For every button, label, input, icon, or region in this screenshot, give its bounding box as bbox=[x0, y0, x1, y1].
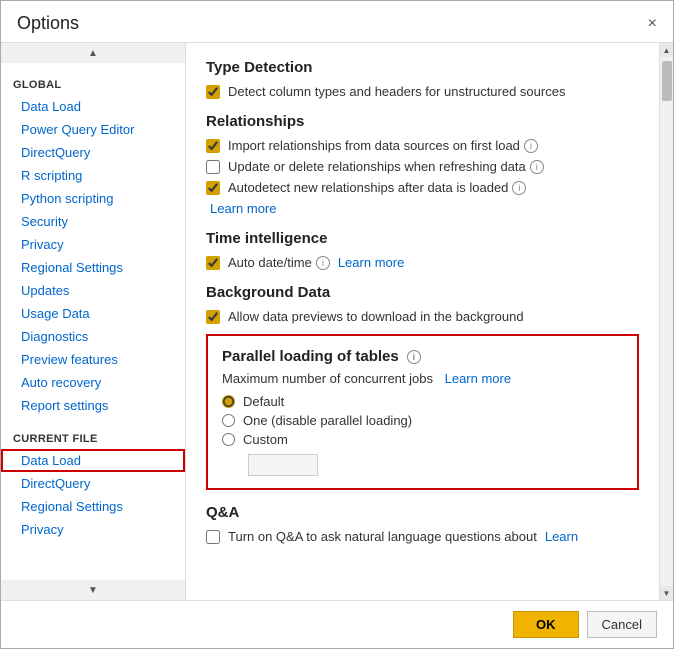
radio-one[interactable] bbox=[222, 414, 235, 427]
detect-column-types-label: Detect column types and headers for unst… bbox=[228, 84, 565, 99]
import-relationships-checkbox[interactable] bbox=[206, 139, 220, 153]
sidebar-scroll-up-button[interactable]: ▲ bbox=[1, 43, 185, 63]
qa-label: Turn on Q&A to ask natural language ques… bbox=[228, 529, 537, 544]
options-dialog: Options × ▲ GLOBAL Data Load Power Query… bbox=[0, 0, 674, 649]
scrollbar-thumb[interactable] bbox=[662, 61, 672, 101]
dialog-footer: OK Cancel bbox=[1, 600, 673, 648]
qa-checkbox-row: Turn on Q&A to ask natural language ques… bbox=[206, 529, 639, 544]
sidebar-item-python-scripting[interactable]: Python scripting bbox=[1, 187, 185, 210]
relationships-title: Relationships bbox=[206, 113, 639, 130]
cancel-button[interactable]: Cancel bbox=[587, 611, 657, 638]
parallel-loading-subtitle: Maximum number of concurrent jobs Learn … bbox=[222, 371, 623, 386]
update-relationships-row: Update or delete relationships when refr… bbox=[206, 159, 639, 174]
import-relationships-info-icon: i bbox=[524, 139, 538, 153]
update-relationships-info-icon: i bbox=[530, 160, 544, 174]
sidebar-item-diagnostics[interactable]: Diagnostics bbox=[1, 325, 185, 348]
main-scrollbar: ▲ ▼ bbox=[659, 43, 673, 600]
ok-button[interactable]: OK bbox=[513, 611, 579, 638]
current-file-section-label: CURRENT FILE bbox=[1, 425, 185, 449]
scrollbar-down-button[interactable]: ▼ bbox=[660, 586, 673, 600]
sidebar-item-updates[interactable]: Updates bbox=[1, 279, 185, 302]
sidebar-item-directquery-current[interactable]: DirectQuery bbox=[1, 472, 185, 495]
autodetect-relationships-info-icon: i bbox=[512, 181, 526, 195]
qa-checkbox[interactable] bbox=[206, 530, 220, 544]
time-intelligence-learn-more-link[interactable]: Learn more bbox=[338, 255, 404, 270]
sidebar-scroll-down-button[interactable]: ▼ bbox=[1, 580, 185, 600]
dialog-body: ▲ GLOBAL Data Load Power Query Editor Di… bbox=[1, 43, 673, 600]
sidebar-item-directquery-global[interactable]: DirectQuery bbox=[1, 141, 185, 164]
autodetect-relationships-row: Autodetect new relationships after data … bbox=[206, 180, 639, 195]
main-scroll-area: Type Detection Detect column types and h… bbox=[186, 43, 659, 600]
sidebar-item-regional-settings-global[interactable]: Regional Settings bbox=[1, 256, 185, 279]
sidebar-item-power-query-editor[interactable]: Power Query Editor bbox=[1, 118, 185, 141]
sidebar-scroll-area: GLOBAL Data Load Power Query Editor Dire… bbox=[1, 63, 185, 580]
radio-one-row: One (disable parallel loading) bbox=[222, 413, 623, 428]
qa-learn-link[interactable]: Learn bbox=[545, 529, 578, 544]
dialog-title: Options bbox=[17, 13, 79, 34]
auto-datetime-row: Auto date/time i Learn more bbox=[206, 255, 639, 270]
update-relationships-checkbox[interactable] bbox=[206, 160, 220, 174]
type-detection-checkbox-row: Detect column types and headers for unst… bbox=[206, 84, 639, 99]
parallel-loading-title: Parallel loading of tables i bbox=[222, 348, 623, 365]
background-data-title: Background Data bbox=[206, 284, 639, 301]
allow-data-previews-checkbox[interactable] bbox=[206, 310, 220, 324]
detect-column-types-checkbox[interactable] bbox=[206, 85, 220, 99]
auto-datetime-checkbox[interactable] bbox=[206, 256, 220, 270]
sidebar-item-auto-recovery[interactable]: Auto recovery bbox=[1, 371, 185, 394]
relationships-learn-more-link[interactable]: Learn more bbox=[210, 201, 276, 216]
radio-default-label: Default bbox=[243, 394, 284, 409]
dialog-header: Options × bbox=[1, 1, 673, 43]
radio-default[interactable] bbox=[222, 395, 235, 408]
main-panel: Type Detection Detect column types and h… bbox=[186, 43, 673, 600]
sidebar-item-report-settings[interactable]: Report settings bbox=[1, 394, 185, 417]
autodetect-relationships-label: Autodetect new relationships after data … bbox=[228, 180, 508, 195]
radio-default-row: Default bbox=[222, 394, 623, 409]
radio-one-label: One (disable parallel loading) bbox=[243, 413, 412, 428]
sidebar: ▲ GLOBAL Data Load Power Query Editor Di… bbox=[1, 43, 186, 600]
sidebar-item-security[interactable]: Security bbox=[1, 210, 185, 233]
sidebar-item-regional-settings-current[interactable]: Regional Settings bbox=[1, 495, 185, 518]
import-relationships-label: Import relationships from data sources o… bbox=[228, 138, 520, 153]
sidebar-item-preview-features[interactable]: Preview features bbox=[1, 348, 185, 371]
sidebar-item-privacy-global[interactable]: Privacy bbox=[1, 233, 185, 256]
sidebar-item-privacy-current[interactable]: Privacy bbox=[1, 518, 185, 541]
parallel-loading-info-icon: i bbox=[407, 350, 421, 364]
relationships-learn-more-row: Learn more bbox=[206, 201, 639, 216]
sidebar-item-data-load-current[interactable]: Data Load bbox=[1, 449, 185, 472]
sidebar-item-data-load-global[interactable]: Data Load bbox=[1, 95, 185, 118]
background-data-row: Allow data previews to download in the b… bbox=[206, 309, 639, 324]
auto-datetime-label: Auto date/time bbox=[228, 255, 312, 270]
global-section-label: GLOBAL bbox=[1, 71, 185, 95]
radio-custom-row: Custom bbox=[222, 432, 623, 447]
sidebar-item-usage-data[interactable]: Usage Data bbox=[1, 302, 185, 325]
auto-datetime-info-icon: i bbox=[316, 256, 330, 270]
radio-custom[interactable] bbox=[222, 433, 235, 446]
autodetect-relationships-checkbox[interactable] bbox=[206, 181, 220, 195]
qa-title: Q&A bbox=[206, 504, 639, 521]
radio-custom-label: Custom bbox=[243, 432, 288, 447]
parallel-loading-box: Parallel loading of tables i Maximum num… bbox=[206, 334, 639, 490]
close-button[interactable]: × bbox=[648, 16, 657, 32]
parallel-loading-learn-more-link[interactable]: Learn more bbox=[445, 371, 511, 386]
import-relationships-row: Import relationships from data sources o… bbox=[206, 138, 639, 153]
update-relationships-label: Update or delete relationships when refr… bbox=[228, 159, 526, 174]
custom-jobs-input[interactable] bbox=[248, 454, 318, 476]
allow-data-previews-label: Allow data previews to download in the b… bbox=[228, 309, 524, 324]
sidebar-item-r-scripting[interactable]: R scripting bbox=[1, 164, 185, 187]
type-detection-title: Type Detection bbox=[206, 59, 639, 76]
time-intelligence-title: Time intelligence bbox=[206, 230, 639, 247]
scrollbar-up-button[interactable]: ▲ bbox=[660, 43, 673, 57]
